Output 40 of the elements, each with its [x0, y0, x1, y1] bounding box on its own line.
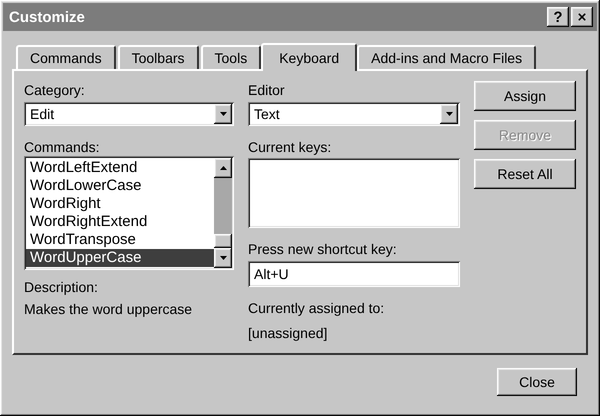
scroll-thumb[interactable] [214, 234, 232, 248]
command-item[interactable]: WordLowerCase [26, 177, 214, 195]
editor-dropdown[interactable]: Text [248, 102, 460, 126]
description-text: Makes the word uppercase [24, 300, 192, 318]
command-item[interactable]: WordRightExtend [26, 213, 214, 231]
category-dropdown[interactable]: Edit [24, 102, 234, 126]
tab[interactable]: Toolbars [118, 45, 199, 69]
down-arrow-icon [446, 112, 452, 116]
scroll-down-button[interactable] [214, 248, 232, 268]
command-item[interactable]: WordLeftExtend [26, 159, 214, 177]
commands-label: Commands: [24, 138, 100, 156]
scroll-up-button[interactable] [214, 158, 232, 178]
category-label: Category: [24, 81, 85, 99]
current-keys-label: Current keys: [248, 138, 332, 156]
scrollbar[interactable] [214, 158, 232, 268]
assigned-label: Currently assigned to: [248, 299, 384, 317]
down-arrow-icon [220, 112, 227, 116]
tab[interactable]: Add-ins and Macro Files [357, 45, 536, 69]
editor-label: Editor [248, 81, 285, 99]
description-label: Description: [24, 278, 98, 296]
dialog-button[interactable]: Assign [474, 81, 576, 111]
command-item[interactable]: WordRight [26, 195, 214, 213]
dialog-button[interactable]: Reset All [474, 159, 576, 189]
title-bar-button[interactable]: ? [547, 7, 569, 27]
close-dialog-button[interactable]: Close [497, 368, 577, 396]
tab[interactable]: Keyboard [261, 43, 358, 71]
down-arrow-icon [220, 256, 227, 260]
title-bar-button[interactable]: × [571, 7, 593, 27]
shortcut-label: Press new shortcut key: [248, 240, 397, 258]
command-item[interactable]: WordUpperCase [26, 249, 214, 267]
dropdown-button[interactable] [214, 104, 232, 124]
command-item[interactable]: WordTranspose [26, 231, 214, 249]
tab[interactable]: Tools [200, 45, 262, 69]
dropdown-button[interactable] [440, 104, 458, 124]
assigned-text: [unassigned] [248, 324, 328, 342]
shortcut-field[interactable]: Alt+U [248, 261, 460, 287]
window-title: Customize [9, 8, 86, 26]
up-arrow-icon [220, 166, 227, 170]
current-keys-list[interactable] [248, 158, 460, 228]
tab[interactable]: Commands [16, 45, 116, 69]
